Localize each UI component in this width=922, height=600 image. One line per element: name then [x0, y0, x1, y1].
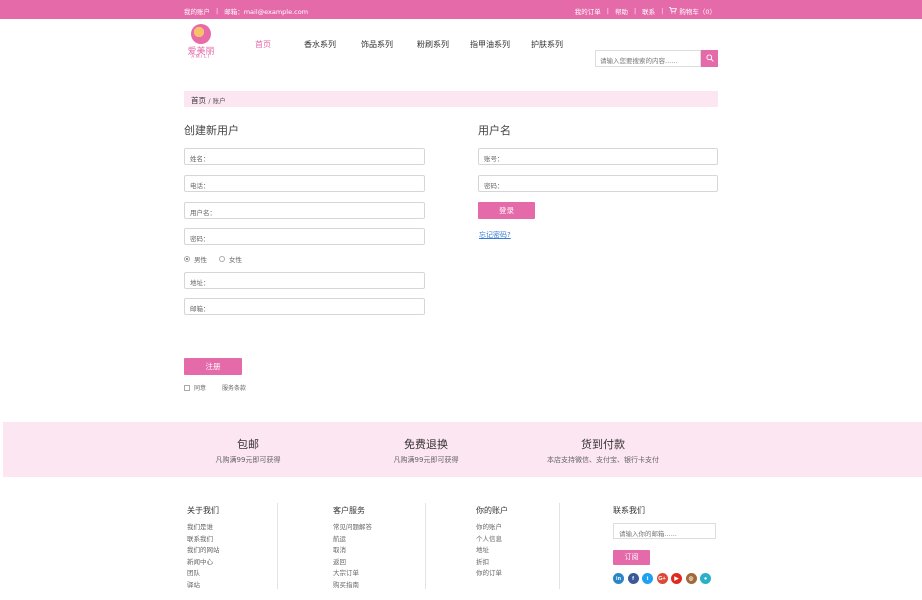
cart-link[interactable]: 购物车（0） [679, 6, 716, 16]
divider: | [216, 7, 219, 15]
nav-item-brushes[interactable]: 粉刷系列 [417, 39, 449, 50]
forgot-password-link[interactable]: 忘记密码? [479, 230, 511, 240]
footer-heading: 客户服务 [333, 506, 365, 515]
register-title: 创建新用户 [184, 124, 239, 137]
footer-link[interactable]: 常见问题解答 [333, 522, 372, 534]
footer-link[interactable]: 联系我们 [187, 534, 220, 546]
help-link[interactable]: 帮助 [615, 6, 628, 16]
footer-link[interactable]: 折扣 [476, 557, 508, 569]
footer-link[interactable]: 你的账户 [476, 522, 508, 534]
login-password-field[interactable]: 密码： [478, 175, 718, 192]
nav-item-nail-polish[interactable]: 指甲油系列 [470, 39, 510, 50]
search-input[interactable]: 请输入您要搜索的内容...... [595, 50, 701, 67]
account-field[interactable]: 账号： [478, 148, 718, 165]
logo-text-en: AMILI [191, 55, 211, 60]
agree-label: 同意 [194, 385, 207, 392]
newsletter-email-input[interactable]: 请输入你的邮箱...... [613, 523, 716, 539]
topbar-left: 我的账户 | 邮箱：mail@example.com [184, 6, 308, 16]
youtube-icon[interactable]: ▶ [671, 573, 682, 584]
linkedin-icon[interactable]: in [613, 573, 624, 584]
email-info: 邮箱：mail@example.com [224, 8, 309, 16]
facebook-icon[interactable]: f [627, 573, 639, 584]
gender-male-label: 男性 [194, 256, 207, 264]
features-band: 包邮 凡购满99元即可获得 免费退换 凡购满99元即可获得 货到付款 本店支持微… [3, 422, 922, 477]
nav-item-home[interactable]: 首页 [255, 39, 271, 50]
my-orders-link[interactable]: 我的订单 [575, 6, 601, 16]
gender-radio-group: 男性 女性 [184, 254, 242, 264]
address-field[interactable]: 地址： [184, 272, 425, 289]
contact-link[interactable]: 联系 [642, 6, 655, 16]
feature-free-shipping: 包邮 凡购满99元即可获得 [188, 436, 308, 465]
footer-link[interactable]: 返回 [333, 557, 372, 569]
subscribe-button[interactable]: 订阅 [613, 550, 650, 565]
feature-free-returns: 免费退换 凡购满99元即可获得 [366, 436, 486, 465]
footer-contact: 联系我们 [613, 505, 645, 522]
login-title: 用户名 [478, 124, 511, 137]
gender-female-label: 女性 [229, 256, 242, 264]
feature-cash-on-delivery: 货到付款 本店支持微信、支付宝、银行卡支付 [523, 436, 683, 465]
search-button[interactable] [701, 50, 718, 67]
email-field[interactable]: 邮箱： [184, 298, 425, 315]
footer-link[interactable]: 驿站 [187, 580, 220, 592]
twitter-icon[interactable]: t [642, 573, 653, 584]
footer-link[interactable]: 我们的网站 [187, 545, 220, 557]
nav-item-accessories[interactable]: 饰品系列 [361, 39, 393, 50]
gender-female-radio[interactable] [219, 256, 225, 262]
divider: | [661, 7, 664, 15]
main-nav: 首页 香水系列 饰品系列 粉刷系列 指甲油系列 护肤系列 [0, 39, 922, 55]
login-button[interactable]: 登录 [478, 202, 535, 219]
footer-link[interactable]: 购买指南 [333, 580, 372, 592]
topbar-right: 我的订单 | 帮助 | 联系 | 购物车（0） [575, 6, 716, 16]
footer-link[interactable]: 取消 [333, 545, 372, 557]
cart-icon[interactable] [669, 6, 678, 16]
divider: | [633, 7, 637, 15]
footer-link[interactable]: 你的订单 [476, 568, 508, 580]
feature-subtitle: 凡购满99元即可获得 [393, 456, 459, 464]
location-icon[interactable]: ● [700, 573, 711, 584]
instagram-icon[interactable]: ◎ [685, 573, 697, 584]
feature-subtitle: 凡购满99元即可获得 [215, 456, 281, 464]
footer-service: 客户服务 常见问题解答 航运 取消 返回 大宗订单 购买指南 [333, 505, 372, 591]
footer-heading: 关于我们 [187, 506, 219, 515]
username-field[interactable]: 用户名： [184, 202, 425, 219]
footer-link[interactable]: 个人信息 [476, 534, 508, 546]
phone-field[interactable]: 电话： [184, 175, 425, 192]
top-bar: 我的账户 | 邮箱：mail@example.com 我的订单 | 帮助 | 联… [0, 0, 922, 19]
nav-item-perfume[interactable]: 香水系列 [304, 39, 336, 50]
name-field[interactable]: 姓名： [184, 148, 425, 165]
breadcrumb-current: / 账户 [208, 97, 226, 105]
my-account-link[interactable]: 我的账户 [184, 6, 210, 16]
agree-row: 同意 服务条款 [184, 383, 246, 392]
footer-link[interactable]: 新闻中心 [187, 557, 220, 569]
breadcrumb: 首页 / 账户 [184, 91, 718, 107]
nav-item-skincare[interactable]: 护肤系列 [531, 39, 563, 50]
footer-link[interactable]: 航运 [333, 534, 372, 546]
feature-title: 货到付款 [581, 438, 625, 451]
terms-link[interactable]: 服务条款 [222, 383, 246, 392]
footer-link[interactable]: 地址 [476, 545, 508, 557]
password-field[interactable]: 密码： [184, 228, 425, 245]
footer-divider [425, 503, 426, 589]
search-box: 请输入您要搜索的内容...... [595, 50, 718, 67]
footer-heading: 你的账户 [476, 506, 508, 515]
divider: | [606, 7, 609, 15]
register-button[interactable]: 注册 [184, 358, 242, 375]
social-icons: in f t G+ ▶ ◎ ● [613, 573, 715, 584]
agree-checkbox[interactable] [184, 384, 190, 391]
footer-divider [559, 503, 560, 589]
footer-divider [277, 503, 278, 589]
feature-title: 包邮 [237, 438, 259, 451]
footer-link[interactable]: 我们是谁 [187, 522, 220, 534]
feature-title: 免费退换 [404, 438, 448, 451]
footer-about: 关于我们 我们是谁 联系我们 我们的网站 新闻中心 团队 驿站 [187, 505, 220, 591]
gender-male-radio[interactable] [184, 256, 190, 262]
footer-heading: 联系我们 [613, 506, 645, 515]
search-icon [705, 53, 714, 64]
footer-link[interactable]: 团队 [187, 568, 220, 580]
footer-link[interactable]: 大宗订单 [333, 568, 372, 580]
feature-subtitle: 本店支持微信、支付宝、银行卡支付 [547, 456, 659, 464]
google-plus-icon[interactable]: G+ [656, 573, 668, 584]
breadcrumb-home[interactable]: 首页 [191, 96, 206, 105]
footer-account: 你的账户 你的账户 个人信息 地址 折扣 你的订单 [476, 505, 508, 580]
